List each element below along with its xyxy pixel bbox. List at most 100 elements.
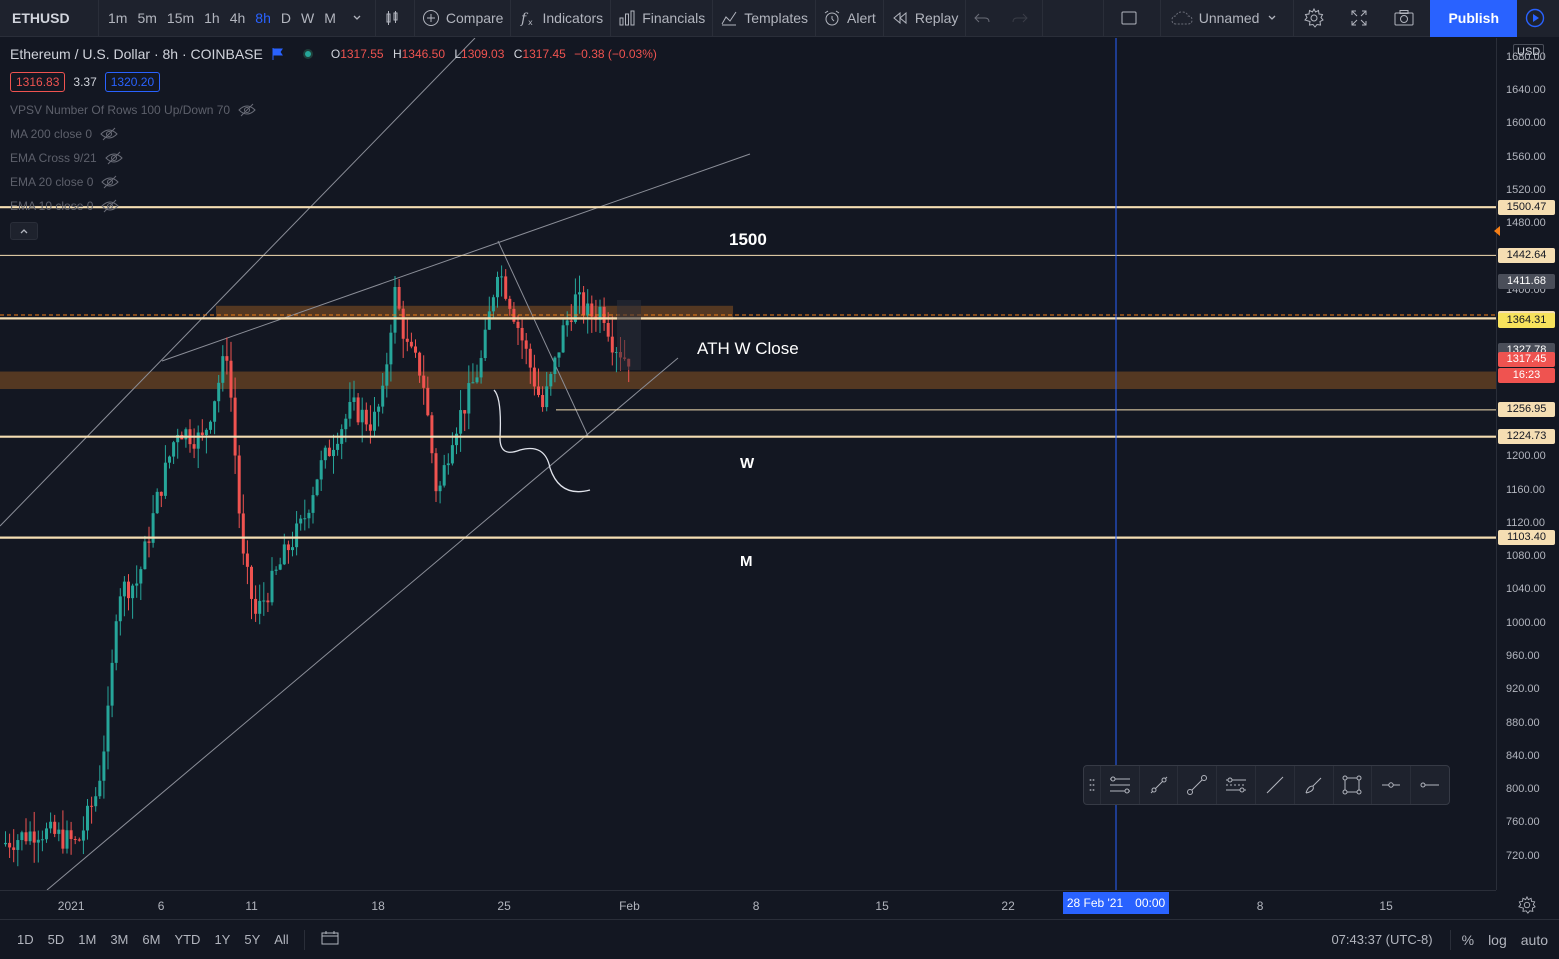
indicator-row[interactable]: EMA 20 close 0 — [10, 170, 657, 194]
snapshot-button[interactable] — [1384, 0, 1430, 37]
candle — [143, 535, 147, 570]
indicator-row[interactable]: EMA Cross 9/21 — [10, 146, 657, 170]
rectangle-icon — [1342, 775, 1362, 795]
layout-name-button[interactable]: Unnamed — [1161, 0, 1294, 37]
time-axis[interactable]: 2021 6 11 18 25 Feb 8 15 22 8 15 — [0, 890, 1496, 919]
range-6m[interactable]: 6M — [135, 932, 167, 947]
fullscreen-button[interactable] — [1340, 0, 1384, 37]
publish-button[interactable]: Publish — [1430, 0, 1517, 37]
candle — [524, 332, 528, 365]
candle — [254, 585, 258, 622]
symbol-search[interactable]: ETHUSD — [0, 0, 98, 37]
time-tick: 22 — [1001, 899, 1015, 913]
range-ytd[interactable]: YTD — [167, 932, 207, 947]
ask-price[interactable]: 1320.20 — [104, 72, 161, 92]
range-1m[interactable]: 1M — [71, 932, 103, 947]
settings-button[interactable] — [1294, 0, 1340, 37]
indicators-button[interactable]: fx Indicators — [511, 0, 610, 37]
redo-button[interactable] — [1004, 0, 1042, 37]
supply-demand-zone[interactable] — [0, 371, 1496, 390]
bid-price[interactable]: 1316.83 — [10, 72, 66, 92]
layout-select-button[interactable] — [1104, 0, 1160, 37]
candle — [40, 830, 44, 852]
interval-4h[interactable]: 4h — [225, 0, 251, 37]
undo-button[interactable] — [966, 0, 1004, 37]
tool-trend-angle-button[interactable] — [1138, 766, 1178, 804]
tool-info-line-button[interactable] — [1177, 766, 1216, 804]
eye-hidden-icon[interactable] — [238, 103, 256, 117]
chevron-down-icon — [353, 15, 361, 20]
range-5d[interactable]: 5D — [41, 932, 72, 947]
gear-icon — [1304, 8, 1325, 28]
percent-toggle[interactable]: % — [1455, 932, 1481, 948]
candle — [541, 386, 545, 412]
price-axis[interactable]: USD — [1496, 38, 1559, 890]
interval-5m[interactable]: 5m — [132, 0, 161, 37]
time-tick: 18 — [371, 899, 385, 913]
tool-horizontal-line-button[interactable] — [1410, 766, 1449, 804]
interval-1m[interactable]: 1m — [103, 0, 132, 37]
annotation-m[interactable]: M — [740, 553, 753, 570]
eye-hidden-icon[interactable] — [101, 199, 120, 213]
collapse-legend-button[interactable] — [10, 222, 38, 240]
plus-circle-icon — [422, 10, 439, 26]
log-toggle[interactable]: log — [1481, 932, 1514, 948]
chart-settings-corner[interactable] — [1518, 895, 1536, 919]
chart-type-button[interactable] — [376, 0, 414, 37]
goto-date-button[interactable] — [313, 930, 347, 949]
function-icon: fx — [520, 11, 533, 27]
tool-regression-trend-button[interactable] — [1099, 766, 1139, 804]
candle — [561, 318, 565, 353]
tool-parallel-channel-button[interactable] — [1216, 766, 1255, 804]
indicator-row[interactable]: MA 200 close 0 — [10, 122, 657, 146]
templates-button[interactable]: Templates — [713, 0, 815, 37]
interval-W[interactable]: W — [296, 0, 319, 37]
indicator-label: EMA 20 close 0 — [10, 175, 94, 189]
tool-rectangle-button[interactable] — [1332, 766, 1372, 804]
price-tick: 1160.00 — [1506, 483, 1545, 496]
tool-brush-button[interactable] — [1293, 766, 1333, 804]
horizontal-ray-icon — [1382, 782, 1401, 788]
flag-icon[interactable] — [271, 47, 285, 61]
indicator-row[interactable]: EMA 10 close 0 — [10, 194, 657, 218]
interval-dropdown[interactable] — [345, 0, 375, 37]
play-button[interactable] — [1517, 0, 1559, 37]
price-tick: 1000.00 — [1506, 616, 1546, 629]
range-1y[interactable]: 1Y — [207, 932, 237, 947]
candle — [159, 491, 163, 508]
drag-handle-icon[interactable] — [1084, 766, 1100, 804]
range-5y[interactable]: 5Y — [237, 932, 267, 947]
interval-M[interactable]: M — [319, 0, 341, 37]
tool-trend-line-button[interactable] — [1255, 766, 1294, 804]
financials-button[interactable]: Financials — [611, 0, 712, 37]
candle — [24, 818, 28, 845]
interval-D[interactable]: D — [276, 0, 296, 37]
annotation-ath-w-close[interactable]: ATH W Close — [697, 339, 799, 359]
range-1d[interactable]: 1D — [10, 932, 41, 947]
indicator-row[interactable]: VPSV Number Of Rows 100 Up/Down 70 — [10, 98, 657, 122]
annotation-w[interactable]: W — [740, 455, 754, 472]
eye-hidden-icon[interactable] — [101, 175, 120, 189]
interval-8h[interactable]: 8h — [250, 0, 276, 37]
symbol-title[interactable]: Ethereum / U.S. Dollar · 8h · COINBASE — [10, 46, 263, 62]
range-3m[interactable]: 3M — [103, 932, 135, 947]
time-tick: 11 — [245, 899, 258, 913]
tool-horizontal-ray-button[interactable] — [1371, 766, 1410, 804]
candle — [291, 531, 294, 557]
price-tag: 1103.40 — [1498, 530, 1555, 546]
clock[interactable]: 07:43:37 (UTC-8) — [1324, 932, 1439, 947]
alert-button[interactable]: Alert — [816, 0, 883, 37]
alert-marker-icon — [1494, 226, 1500, 236]
alarm-clock-icon — [824, 10, 840, 26]
eye-hidden-icon[interactable] — [100, 127, 118, 141]
candle — [459, 390, 463, 452]
range-all[interactable]: All — [267, 932, 295, 947]
auto-toggle[interactable]: auto — [1514, 932, 1555, 948]
replay-button[interactable]: Replay — [884, 0, 966, 37]
candle — [598, 299, 602, 334]
eye-hidden-icon[interactable] — [104, 151, 123, 165]
interval-1h[interactable]: 1h — [199, 0, 225, 37]
annotation-1500[interactable]: 1500 — [729, 230, 767, 250]
compare-button[interactable]: Compare — [415, 0, 511, 37]
interval-15m[interactable]: 15m — [162, 0, 199, 37]
